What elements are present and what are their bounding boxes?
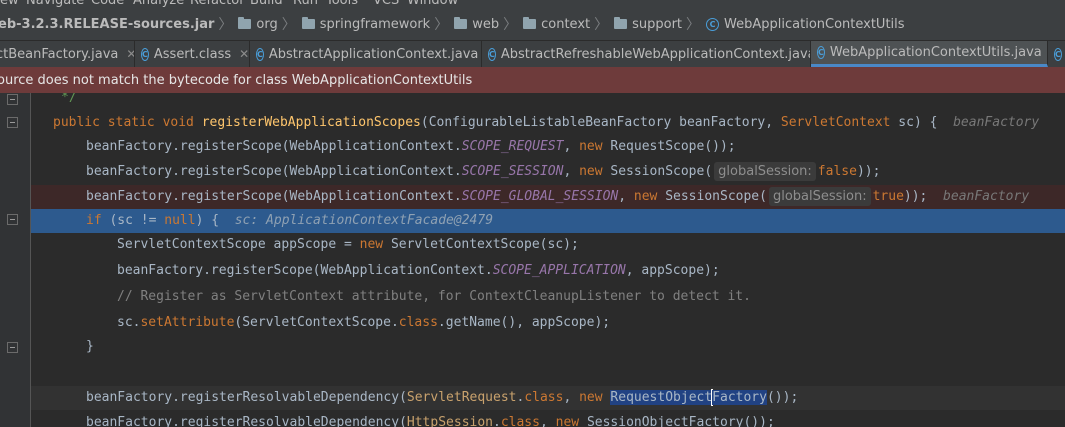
folder-icon bbox=[301, 17, 315, 29]
breadcrumb-springframework[interactable]: springframework 〉 bbox=[301, 14, 454, 34]
breadcrumb-label: context bbox=[541, 16, 591, 32]
editor-tabs: ctBeanFactory.java ✕ C Assert.class ✕ C … bbox=[0, 41, 1065, 68]
folder-icon bbox=[454, 17, 468, 29]
breadcrumb-support[interactable]: support 〉 bbox=[614, 14, 706, 34]
fold-icon[interactable] bbox=[7, 117, 18, 128]
code-line: } bbox=[86, 339, 94, 354]
folder-icon bbox=[523, 17, 537, 29]
tab-label: WebApplicationContextUtils.java bbox=[829, 45, 1042, 60]
chevron-right-icon: 〉 bbox=[281, 17, 296, 33]
debug-inline-value: beanFactory bbox=[953, 115, 1040, 130]
class-icon: C bbox=[706, 17, 720, 31]
breadcrumb-context[interactable]: context 〉 bbox=[523, 14, 614, 34]
code-line: beanFactory.registerScope(WebApplication… bbox=[117, 263, 720, 278]
breadcrumb-label: support bbox=[632, 16, 683, 32]
editor-gutter bbox=[0, 93, 31, 427]
fold-icon[interactable] bbox=[7, 94, 18, 105]
current-execution-line: if (sc != null) { sc: ApplicationContext… bbox=[31, 209, 1065, 233]
parameter-hint: globalSession: bbox=[768, 187, 871, 206]
debug-inline-value: beanFactory bbox=[943, 189, 1030, 204]
code-editor[interactable]: */ public static void registerWebApplica… bbox=[0, 93, 1065, 427]
code-line: beanFactory.registerResolvableDependency… bbox=[86, 415, 775, 427]
chevron-right-icon: 〉 bbox=[218, 17, 233, 33]
menu-bar: ew Navigate Code Analyze Refactor Build … bbox=[0, 0, 1065, 8]
close-icon[interactable]: ✕ bbox=[239, 47, 249, 61]
tab-label: Assert.class bbox=[153, 46, 232, 62]
breadcrumb-jar[interactable]: eb-3.2.3.RELEASE-sources.jar 〉 bbox=[0, 14, 238, 34]
fold-icon[interactable] bbox=[7, 214, 18, 225]
chevron-right-icon: 〉 bbox=[594, 17, 609, 33]
breadcrumb-label: springframework bbox=[319, 16, 431, 32]
class-icon: C bbox=[1054, 47, 1062, 61]
menu-vcs[interactable]: VCS bbox=[373, 0, 399, 8]
caret-line: beanFactory.registerResolvableDependency… bbox=[31, 386, 1065, 410]
menu-build[interactable]: Build bbox=[250, 0, 283, 8]
text-selection: Factory bbox=[712, 390, 767, 405]
tab-abstract-refreshable-web-application-context[interactable]: C AbstractRefreshableWebApplicationConte… bbox=[482, 41, 811, 67]
chevron-right-icon: 〉 bbox=[686, 17, 701, 33]
code-line-error: beanFactory.registerScope(WebApplication… bbox=[31, 185, 1065, 209]
breadcrumb-web[interactable]: web 〉 bbox=[454, 14, 523, 34]
code-line: // Register as ServletContext attribute,… bbox=[117, 289, 751, 304]
text-selection: RequestObject bbox=[610, 390, 713, 405]
menu-run[interactable]: Run bbox=[293, 0, 318, 8]
menu-view[interactable]: ew bbox=[0, 0, 19, 8]
code-line: beanFactory.registerScope(WebApplication… bbox=[86, 139, 736, 154]
menu-refactor[interactable]: Refactor bbox=[190, 0, 245, 8]
breadcrumb: eb-3.2.3.RELEASE-sources.jar 〉 org 〉 spr… bbox=[0, 8, 1065, 41]
tab-bean-factory[interactable]: ctBeanFactory.java ✕ bbox=[0, 41, 135, 67]
tab-label: ctBeanFactory.java bbox=[0, 46, 119, 62]
close-icon[interactable]: ✕ bbox=[126, 47, 134, 61]
tab-label: AbstractApplicationContext.java bbox=[268, 46, 479, 62]
code-line: sc.setAttribute(ServletContextScope.clas… bbox=[117, 315, 611, 330]
banner-text: ource does not match the bytecode for cl… bbox=[0, 72, 473, 88]
code-line: public static void registerWebApplicatio… bbox=[53, 115, 1040, 130]
menu-analyze[interactable]: Analyze bbox=[133, 0, 184, 8]
tab-label: AbstractRefreshableWebApplicationContext… bbox=[500, 46, 811, 62]
breadcrumb-label: org bbox=[256, 16, 278, 32]
breadcrumb-label: eb-3.2.3.RELEASE-sources.jar bbox=[0, 16, 215, 32]
menu-code[interactable]: Code bbox=[91, 0, 124, 8]
debug-inline-value: sc: bbox=[234, 213, 259, 228]
code-line: */ bbox=[61, 93, 77, 105]
source-mismatch-banner: ource does not match the bytecode for cl… bbox=[0, 67, 1065, 93]
class-icon: C bbox=[141, 47, 149, 61]
tab-overflow[interactable]: C bbox=[1048, 41, 1065, 67]
tab-abstract-application-context[interactable]: C AbstractApplicationContext.java ✕ bbox=[250, 41, 482, 67]
debug-inline-value: ApplicationContextFacade@2479 bbox=[266, 213, 494, 228]
parameter-hint: globalSession: bbox=[714, 162, 816, 181]
folder-icon bbox=[614, 17, 628, 29]
folder-icon bbox=[238, 17, 252, 29]
code-line: beanFactory.registerScope(WebApplication… bbox=[86, 162, 881, 181]
menu-window[interactable]: Window bbox=[407, 0, 458, 8]
class-icon: C bbox=[488, 47, 496, 61]
code-line: ServletContextScope appScope = new Servl… bbox=[117, 237, 579, 252]
breadcrumb-class[interactable]: C WebApplicationContextUtils bbox=[706, 17, 905, 32]
chevron-right-icon: 〉 bbox=[434, 17, 449, 33]
fold-icon[interactable] bbox=[7, 342, 18, 353]
menu-tools[interactable]: Tools bbox=[326, 0, 358, 8]
menu-navigate[interactable]: Navigate bbox=[26, 0, 84, 8]
breadcrumb-label: web bbox=[472, 16, 500, 32]
class-icon: C bbox=[817, 46, 825, 59]
chevron-right-icon: 〉 bbox=[503, 17, 518, 33]
tab-web-application-context-utils[interactable]: C WebApplicationContextUtils.java ✕ bbox=[811, 41, 1048, 67]
tab-assert[interactable]: C Assert.class ✕ bbox=[135, 41, 250, 67]
breadcrumb-org[interactable]: org 〉 bbox=[238, 14, 301, 34]
breadcrumb-label: WebApplicationContextUtils bbox=[724, 16, 905, 32]
class-icon: C bbox=[256, 47, 264, 61]
